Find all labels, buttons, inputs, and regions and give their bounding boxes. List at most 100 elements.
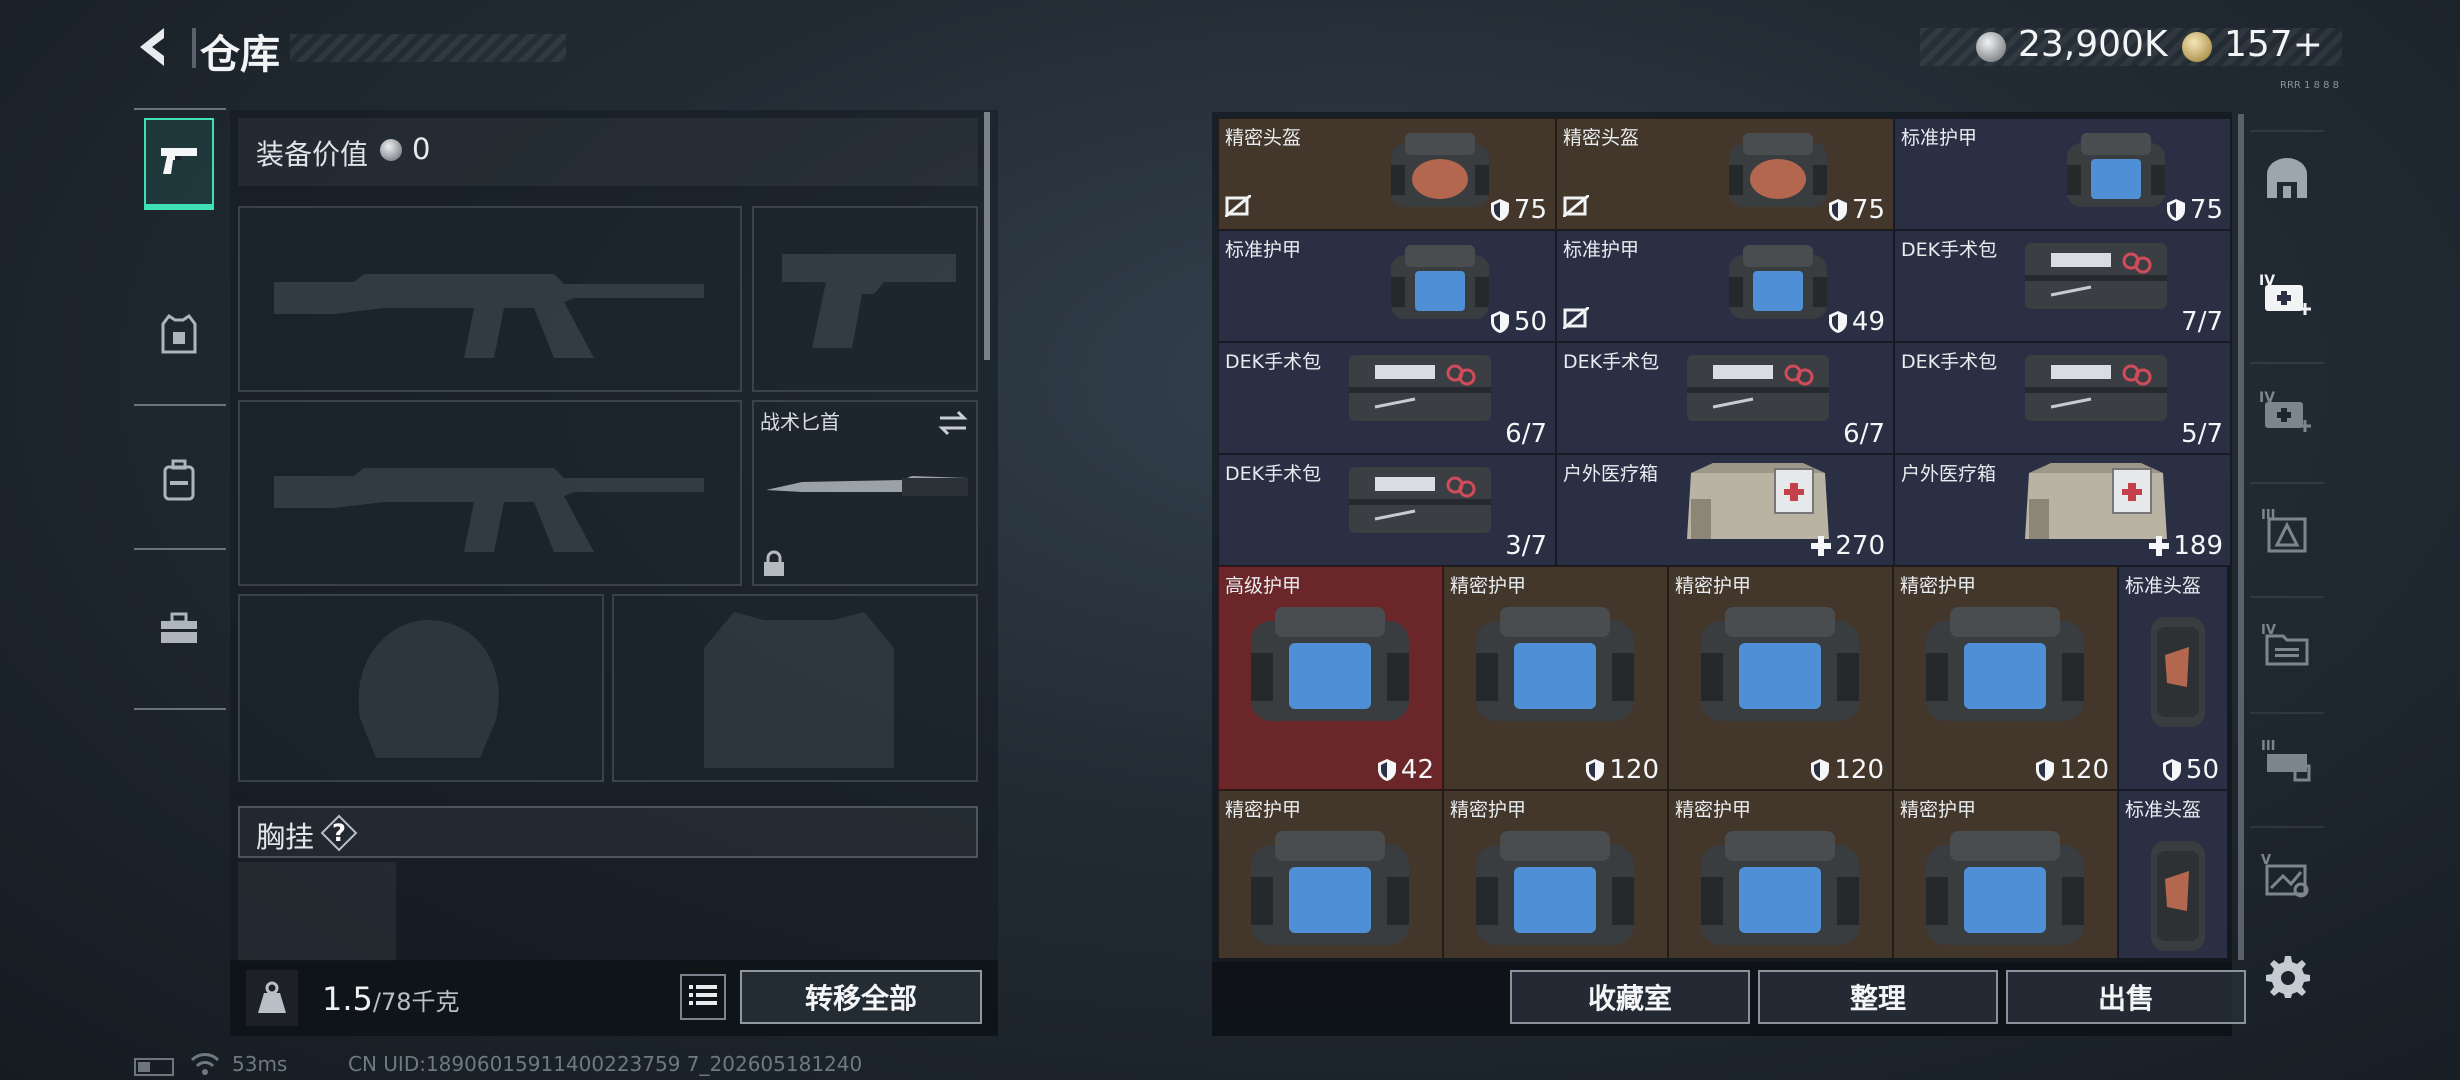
storage-item-value: 120 xyxy=(1585,755,1659,785)
toolbox-icon xyxy=(159,611,199,649)
currency-subtext: RRR 1 8 8 8 xyxy=(2280,80,2340,91)
ping-value: 53ms xyxy=(232,1052,288,1076)
storage-item[interactable]: 标准头盔 xyxy=(2118,790,2228,958)
storage-grid: 精密头盔 75 精密头盔 75 标准护甲 75 标准护甲 50 标准护甲 49 DEK手术包 7/7 D… xyxy=(1218,118,2230,958)
body-armor-slot[interactable] xyxy=(612,594,978,782)
storage-item-name: 精密护甲 xyxy=(1900,575,1977,597)
storage-item[interactable]: DEK手术包 6/7 xyxy=(1218,342,1556,454)
helmet-slot[interactable] xyxy=(238,594,604,782)
gold-coin-icon[interactable] xyxy=(2182,32,2212,62)
storage-item-value-text: 49 xyxy=(1851,307,1885,337)
nav-rig-iii[interactable]: III xyxy=(2250,712,2324,810)
collection-room-button[interactable]: 收藏室 xyxy=(1510,970,1750,1024)
storage-item-value: 6/7 xyxy=(1843,419,1885,449)
storage-item[interactable]: 精密头盔 75 xyxy=(1556,118,1894,230)
tab-armor[interactable] xyxy=(144,290,214,382)
secondary-weapon-slot[interactable] xyxy=(238,400,742,586)
loadout-scrollbar[interactable] xyxy=(984,112,990,360)
map-v-icon: V xyxy=(2261,850,2313,902)
durability-shield-icon xyxy=(1490,310,1510,334)
storage-item-value: 120 xyxy=(1810,755,1884,785)
durability-shield-icon xyxy=(1828,310,1848,334)
wifi-icon xyxy=(190,1052,220,1080)
storage-item[interactable]: 标准护甲 50 xyxy=(1218,230,1556,342)
transfer-all-button[interactable]: 转移全部 xyxy=(740,970,982,1024)
storage-item[interactable]: 精密头盔 75 xyxy=(1218,118,1556,230)
storage-item-value: 120 xyxy=(2035,755,2109,785)
organize-button[interactable]: 整理 xyxy=(1758,970,1998,1024)
nav-med-iv[interactable]: IV xyxy=(2250,246,2324,344)
settings-button[interactable] xyxy=(2262,952,2314,1004)
sell-button[interactable]: 出售 xyxy=(2006,970,2246,1024)
storage-item[interactable]: DEK手术包 3/7 xyxy=(1218,454,1556,566)
storage-item[interactable]: 精密护甲 xyxy=(1668,790,1893,958)
storage-scrollbar[interactable] xyxy=(2238,114,2244,960)
durability-shield-icon xyxy=(1490,198,1510,222)
durability-shield-icon xyxy=(1828,198,1848,222)
storage-item-name: DEK手术包 xyxy=(1563,351,1660,373)
storage-item[interactable]: 户外医疗箱 189 xyxy=(1894,454,2230,566)
storage-item[interactable]: DEK手术包 7/7 xyxy=(1894,230,2230,342)
storage-item-value: 270 xyxy=(1811,531,1885,561)
storage-item[interactable]: 高级护甲 42 xyxy=(1218,566,1443,790)
storage-item[interactable]: 精密护甲 xyxy=(1893,790,2118,958)
durability-shield-icon xyxy=(1377,758,1397,782)
folder-iv-icon: IV xyxy=(2261,620,2313,672)
storage-item[interactable]: DEK手术包 5/7 xyxy=(1894,342,2230,454)
list-icon xyxy=(689,983,717,1011)
sidearm-slot[interactable] xyxy=(752,206,978,392)
tab-weapons[interactable] xyxy=(144,118,214,210)
storage-item[interactable]: 户外医疗箱 270 xyxy=(1556,454,1894,566)
storage-item-value-text: 5/7 xyxy=(2181,419,2223,449)
nav-vault[interactable] xyxy=(2250,130,2324,228)
nav-map-v[interactable]: V xyxy=(2250,826,2324,924)
durability-shield-icon xyxy=(2035,758,2055,782)
bigarmor-item-icon xyxy=(1920,825,2090,953)
header-stripe xyxy=(290,34,566,62)
bigarmor-item-icon xyxy=(1695,601,1865,729)
storage-item[interactable]: 精密护甲 120 xyxy=(1443,566,1668,790)
bigarmor-item-icon xyxy=(1470,601,1640,729)
storage-item-value-text: 120 xyxy=(1609,755,1659,785)
storage-item[interactable]: DEK手术包 6/7 xyxy=(1556,342,1894,454)
storage-item[interactable]: 精密护甲 xyxy=(1218,790,1443,958)
weight-current: 1.5 xyxy=(322,980,373,1018)
storage-item-value-text: 6/7 xyxy=(1505,419,1547,449)
storage-item[interactable]: 精密护甲 xyxy=(1443,790,1668,958)
storage-item-value-text: 50 xyxy=(1513,307,1547,337)
help-button[interactable]: ? xyxy=(320,814,358,852)
silver-coin-icon xyxy=(380,139,402,161)
storage-item[interactable]: 精密护甲 120 xyxy=(1668,566,1893,790)
silver-currency-value: 23,900K xyxy=(2018,24,2168,65)
storage-item-value: 7/7 xyxy=(2181,307,2223,337)
nav-armor-iii[interactable]: III xyxy=(2250,482,2324,580)
storage-item-value: 49 xyxy=(1828,307,1885,337)
melee-item-name: 战术匕首 xyxy=(760,410,840,434)
tab-backpack[interactable] xyxy=(144,436,214,528)
heal-icon xyxy=(2149,536,2170,556)
equipment-value: 0 xyxy=(412,132,431,166)
chest-rig-slot[interactable] xyxy=(238,862,396,962)
storage-item-name: 标准护甲 xyxy=(1563,239,1640,261)
list-view-button[interactable] xyxy=(680,974,726,1020)
gold-currency-value[interactable]: 157+ xyxy=(2224,24,2323,65)
medkit-iv-alt-icon: IV xyxy=(2259,386,2315,438)
helmet-item-icon xyxy=(1385,125,1495,217)
storage-item-value-text: 50 xyxy=(2185,755,2219,785)
bigarmor-item-icon xyxy=(1695,825,1865,953)
storage-item[interactable]: 标准头盔 50 xyxy=(2118,566,2228,790)
storage-item-name: 精密护甲 xyxy=(1675,575,1752,597)
heal-icon xyxy=(1811,536,1832,556)
nav-folder-iv[interactable]: IV xyxy=(2250,596,2324,694)
tab-toolbox[interactable] xyxy=(144,584,214,676)
svg-text:III: III xyxy=(2261,739,2276,754)
storage-item-name: 高级护甲 xyxy=(1225,575,1302,597)
backpack-icon xyxy=(162,459,196,505)
primary-weapon-slot[interactable] xyxy=(238,206,742,392)
tallhelmet-item-icon xyxy=(2143,831,2213,958)
storage-item[interactable]: 精密护甲 120 xyxy=(1893,566,2118,790)
storage-item[interactable]: 标准护甲 49 xyxy=(1556,230,1894,342)
nav-med-iv-2[interactable]: IV xyxy=(2250,362,2324,460)
storage-item[interactable]: 标准护甲 75 xyxy=(1894,118,2230,230)
back-button[interactable] xyxy=(130,22,180,72)
